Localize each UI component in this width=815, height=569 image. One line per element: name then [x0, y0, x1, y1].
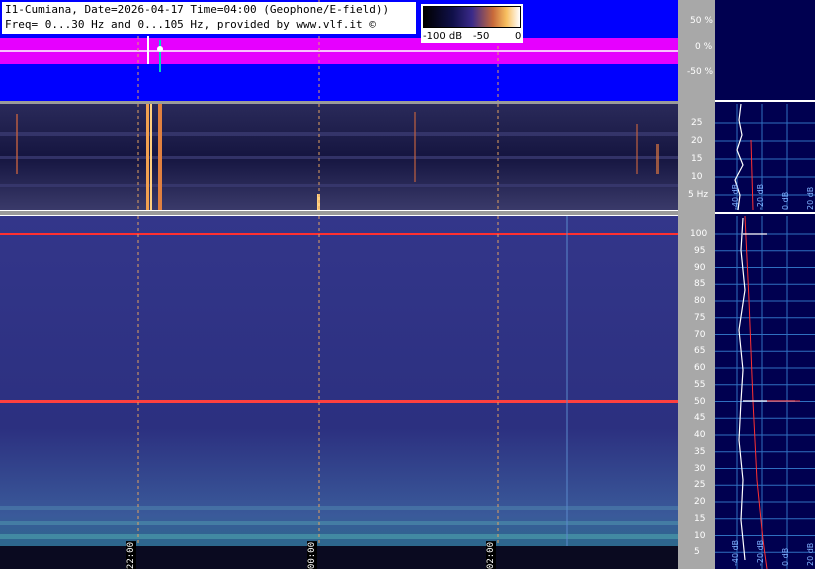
high-freq-label: 45: [694, 413, 706, 424]
high-freq-label: 80: [694, 296, 706, 306]
amp-label-50: 50 %: [690, 16, 713, 26]
high-freq-label: 10: [694, 530, 706, 541]
side-low-label-neg20: -20 dB: [756, 183, 765, 210]
title-box: I1-Cumiana, Date=2026-04-17 Time=04:00 (…: [2, 2, 416, 34]
station-title: I1-Cumiana, Date=2026-04-17 Time=04:00 (…: [5, 3, 390, 16]
side-high-label-0: 0 dB: [781, 547, 790, 566]
high-freq-label: 40: [694, 430, 706, 440]
low-freq-label-25: 25: [691, 118, 703, 128]
high-freq-label: 90: [694, 262, 706, 273]
colorbar-gradient: [423, 6, 521, 28]
side-low-label-0: 0 dB: [781, 191, 790, 210]
spectrogram-low-texture: [0, 104, 678, 210]
spectrogram-low-freq: [0, 104, 678, 210]
line-50hz: [0, 400, 678, 403]
high-freq-label: 20: [694, 497, 706, 507]
colorbar-label-max: 0: [515, 31, 522, 42]
low-freq-label-15: 15: [691, 154, 703, 164]
colorbar-label-min: -100 dB: [423, 31, 463, 42]
side-high-label-neg40: -40 dB: [731, 539, 740, 566]
low-freq-label-10: 10: [691, 172, 703, 182]
side-high-label-20: 20 dB: [806, 542, 815, 566]
spectrogram-high-texture: [0, 216, 678, 569]
waveform-panel: I1-Cumiana, Date=2026-04-17 Time=04:00 (…: [0, 0, 678, 101]
frequency-info: Freq= 0...30 Hz and 0...105 Hz, provided…: [5, 18, 376, 31]
power-spectrum-panel: -40 dB -20 dB 0 dB 20 dB -40 dB -20 dB 0…: [715, 0, 815, 569]
amp-label-0: 0 %: [695, 42, 713, 52]
high-freq-label: 25: [694, 480, 706, 491]
power-spectrum-graph: [715, 100, 815, 569]
line-100hz: [0, 233, 678, 235]
high-freq-label: 95: [694, 245, 706, 256]
time-label-2200: 22:00: [126, 541, 136, 569]
high-freq-label: 75: [694, 312, 706, 323]
low-freq-label-20: 20: [691, 136, 703, 146]
time-label-0000: 00:00: [307, 541, 317, 569]
separator-middle: [0, 211, 678, 215]
high-freq-label: 60: [694, 363, 706, 373]
side-low-label-neg40: -40 dB: [731, 183, 740, 210]
high-freq-label: 55: [694, 379, 706, 390]
high-freq-label: 30: [694, 463, 706, 474]
spectrogram-high-freq: 22:00 00:00 02:00: [0, 216, 678, 569]
high-freq-label: 85: [694, 279, 706, 290]
colorbar-label-mid: -50: [473, 31, 490, 42]
time-label-0200: 02:00: [486, 541, 496, 569]
high-freq-label: 5: [694, 547, 700, 558]
side-low-label-20: 20 dB: [806, 186, 815, 210]
low-freq-label-5: 5 Hz: [688, 190, 709, 200]
high-freq-label: 65: [694, 346, 706, 357]
amp-label-neg50: -50 %: [687, 67, 714, 77]
high-freq-label: 70: [694, 329, 706, 340]
high-freq-label: 100: [690, 229, 708, 239]
high-freq-label: 35: [694, 446, 706, 457]
frequency-scale: 50 % 0 % -50 % 25 20 15 10 5 Hz 100 95 90 8…: [678, 0, 715, 569]
high-freq-label: 50: [694, 396, 706, 407]
high-freq-label: 15: [694, 513, 706, 524]
side-high-label-neg20: -20 dB: [756, 539, 765, 566]
colorbar: -100 dB -50 0: [421, 4, 523, 43]
